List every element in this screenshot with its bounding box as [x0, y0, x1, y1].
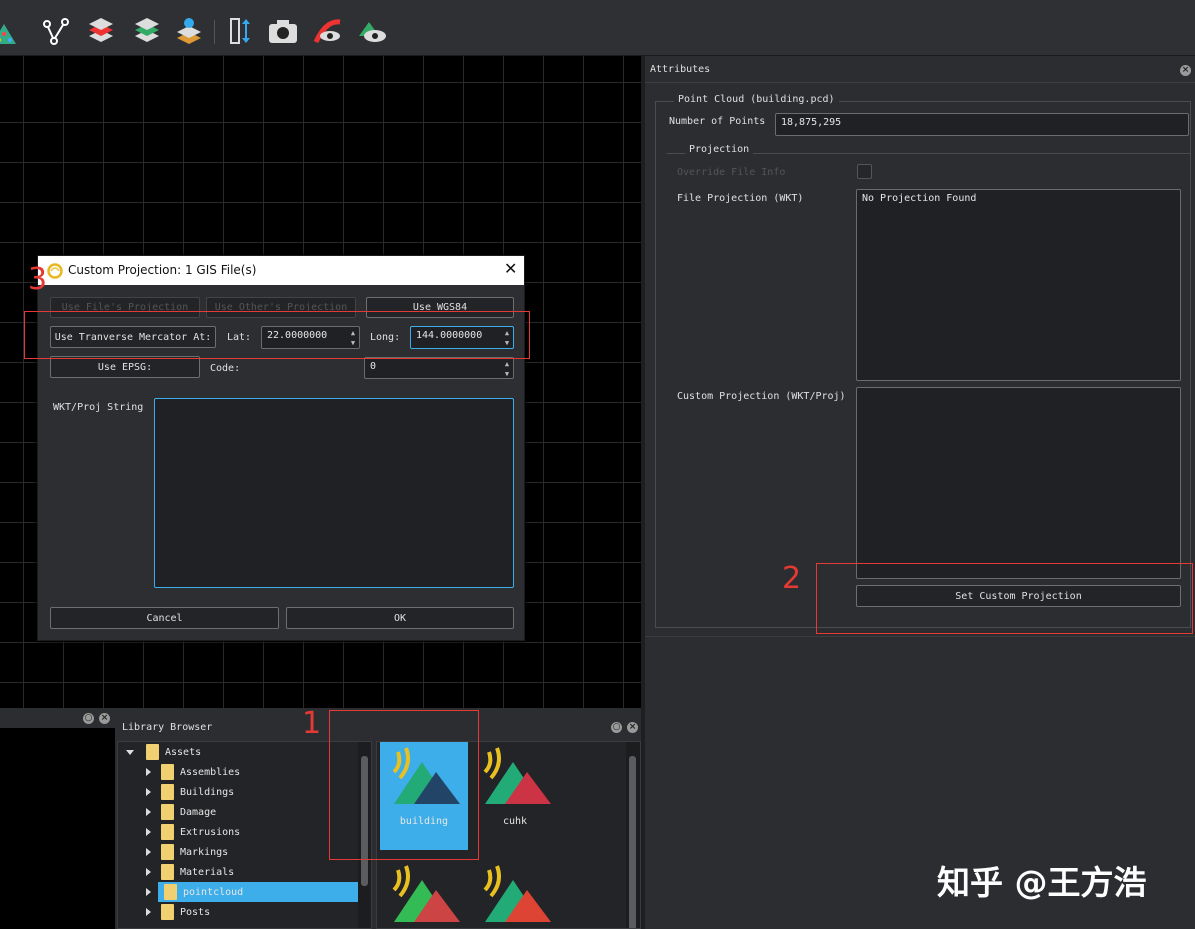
projection-group-title: Projection: [685, 144, 754, 155]
tree-folder-extrusions[interactable]: Extrusions: [118, 822, 358, 842]
ok-button[interactable]: OK: [286, 607, 514, 629]
epsg-code-spinbox[interactable]: 0 ▲ ▼: [364, 357, 514, 379]
expand-arrow-icon[interactable]: [146, 808, 151, 816]
measure-icon[interactable]: [224, 14, 258, 48]
file-projection-label: File Projection (WKT): [677, 193, 804, 204]
annotation-box-3: [24, 311, 530, 359]
tree-folder-label: pointcloud: [183, 886, 244, 898]
folder-icon: [161, 864, 174, 880]
tree-folder-label: Materials: [180, 866, 235, 878]
folder-icon: [161, 904, 174, 920]
folder-icon: [161, 764, 174, 780]
wkt-proj-textbox[interactable]: [154, 398, 514, 588]
expand-arrow-icon[interactable]: [146, 868, 151, 876]
point-cloud-thumbnail-icon: [483, 865, 551, 922]
camera-icon[interactable]: [266, 14, 300, 48]
road-view-icon[interactable]: [311, 14, 345, 48]
dialog-titlebar: Custom Projection: 1 GIS File(s) ✕: [38, 256, 524, 285]
tree-folder-markings[interactable]: Markings: [118, 842, 358, 862]
folder-icon: [161, 804, 174, 820]
tree-folder-label: Damage: [180, 806, 217, 818]
epsg-code-value: 0: [370, 361, 377, 372]
watermark-text: 知乎 @王方浩: [937, 863, 1147, 902]
tree-folder-buildings[interactable]: Buildings: [118, 782, 358, 802]
cancel-button[interactable]: Cancel: [50, 607, 279, 629]
expand-arrow-icon[interactable]: [146, 788, 151, 796]
expand-arrow-icon[interactable]: [146, 848, 151, 856]
number-of-points-field[interactable]: 18,875,295: [775, 113, 1189, 136]
override-file-info-checkbox[interactable]: [857, 164, 872, 179]
annotation-number-3: 3: [28, 262, 48, 297]
point-cloud-group-title: Point Cloud (building.pcd): [674, 94, 839, 105]
point-cloud-thumbnail-icon: [483, 747, 551, 804]
attributes-title: Attributes: [650, 64, 711, 75]
asset-tile[interactable]: [471, 860, 559, 928]
expand-arrow-icon[interactable]: [146, 768, 151, 776]
asset-tile-cuhk[interactable]: cuhk: [471, 742, 559, 850]
float-icon[interactable]: ○: [83, 713, 94, 724]
tree-folder-label: Buildings: [180, 786, 235, 798]
expand-arrow-icon[interactable]: [146, 908, 151, 916]
vector-path-icon[interactable]: [38, 14, 72, 48]
main-toolbar: [0, 0, 1195, 56]
folder-icon: [146, 744, 159, 760]
folder-icon: [164, 884, 177, 900]
tree-folder-label: Posts: [180, 906, 211, 918]
mini-viewport[interactable]: [0, 708, 115, 929]
tree-root-label: Assets: [165, 746, 202, 758]
number-of-points-label: Number of Points: [669, 116, 766, 127]
library-browser-title: Library Browser: [122, 722, 213, 733]
expand-arrow-icon[interactable]: [146, 888, 151, 896]
bottom-dock: ○ × Library Browser ○ × Assets Assemblie…: [0, 706, 641, 929]
point-cloud-tool-icon[interactable]: [0, 14, 24, 48]
road-layer-icon[interactable]: [84, 14, 118, 48]
app-logo-icon: [47, 263, 63, 279]
tree-folder-materials[interactable]: Materials: [118, 862, 358, 882]
annotation-box-2: [816, 563, 1193, 634]
folder-icon: [161, 824, 174, 840]
asset-label: cuhk: [502, 816, 528, 827]
close-icon[interactable]: ×: [99, 713, 110, 724]
wkt-proj-label: WKT/Proj String: [53, 402, 144, 413]
custom-projection-label: Custom Projection (WKT/Proj): [677, 391, 846, 402]
close-icon[interactable]: ×: [1180, 65, 1191, 76]
use-epsg-button[interactable]: Use EPSG:: [50, 356, 200, 378]
code-label: Code:: [210, 363, 241, 374]
folder-icon: [161, 784, 174, 800]
expand-arrow-icon[interactable]: [146, 828, 151, 836]
close-icon[interactable]: ×: [627, 722, 638, 733]
road-stack-icon[interactable]: [130, 14, 164, 48]
float-icon[interactable]: ○: [611, 722, 622, 733]
annotation-number-1: 1: [302, 706, 322, 741]
tree-folder-posts[interactable]: Posts: [118, 902, 358, 922]
map-pin-layer-icon[interactable]: [172, 14, 206, 48]
terrain-view-icon[interactable]: [356, 14, 390, 48]
tree-folder-label: Assemblies: [180, 766, 241, 778]
point-cloud-thumbnail-icon: [392, 865, 460, 922]
asset-tile[interactable]: [380, 860, 468, 928]
folder-icon: [161, 844, 174, 860]
dialog-title: Custom Projection: 1 GIS File(s): [68, 263, 257, 277]
asset-scroll-thumb[interactable]: [629, 756, 636, 928]
custom-projection-textbox[interactable]: [856, 387, 1181, 579]
spin-arrows-icon[interactable]: ▲ ▼: [502, 359, 512, 378]
override-file-info-label: Override File Info: [677, 167, 786, 178]
tree-folder-assemblies[interactable]: Assemblies: [118, 762, 358, 782]
annotation-number-2: 2: [782, 561, 802, 596]
tree-folder-damage[interactable]: Damage: [118, 802, 358, 822]
tree-folder-pointcloud[interactable]: pointcloud: [146, 882, 358, 902]
tree-folder-label: Extrusions: [180, 826, 241, 838]
close-icon[interactable]: ✕: [504, 259, 517, 278]
tree-folder-label: Markings: [180, 846, 229, 858]
annotation-box-1: [329, 710, 479, 860]
attributes-panel: Attributes × Point Cloud (building.pcd) …: [645, 56, 1195, 929]
file-projection-textbox[interactable]: No Projection Found: [856, 189, 1181, 381]
asset-scrollbar[interactable]: [626, 742, 640, 928]
